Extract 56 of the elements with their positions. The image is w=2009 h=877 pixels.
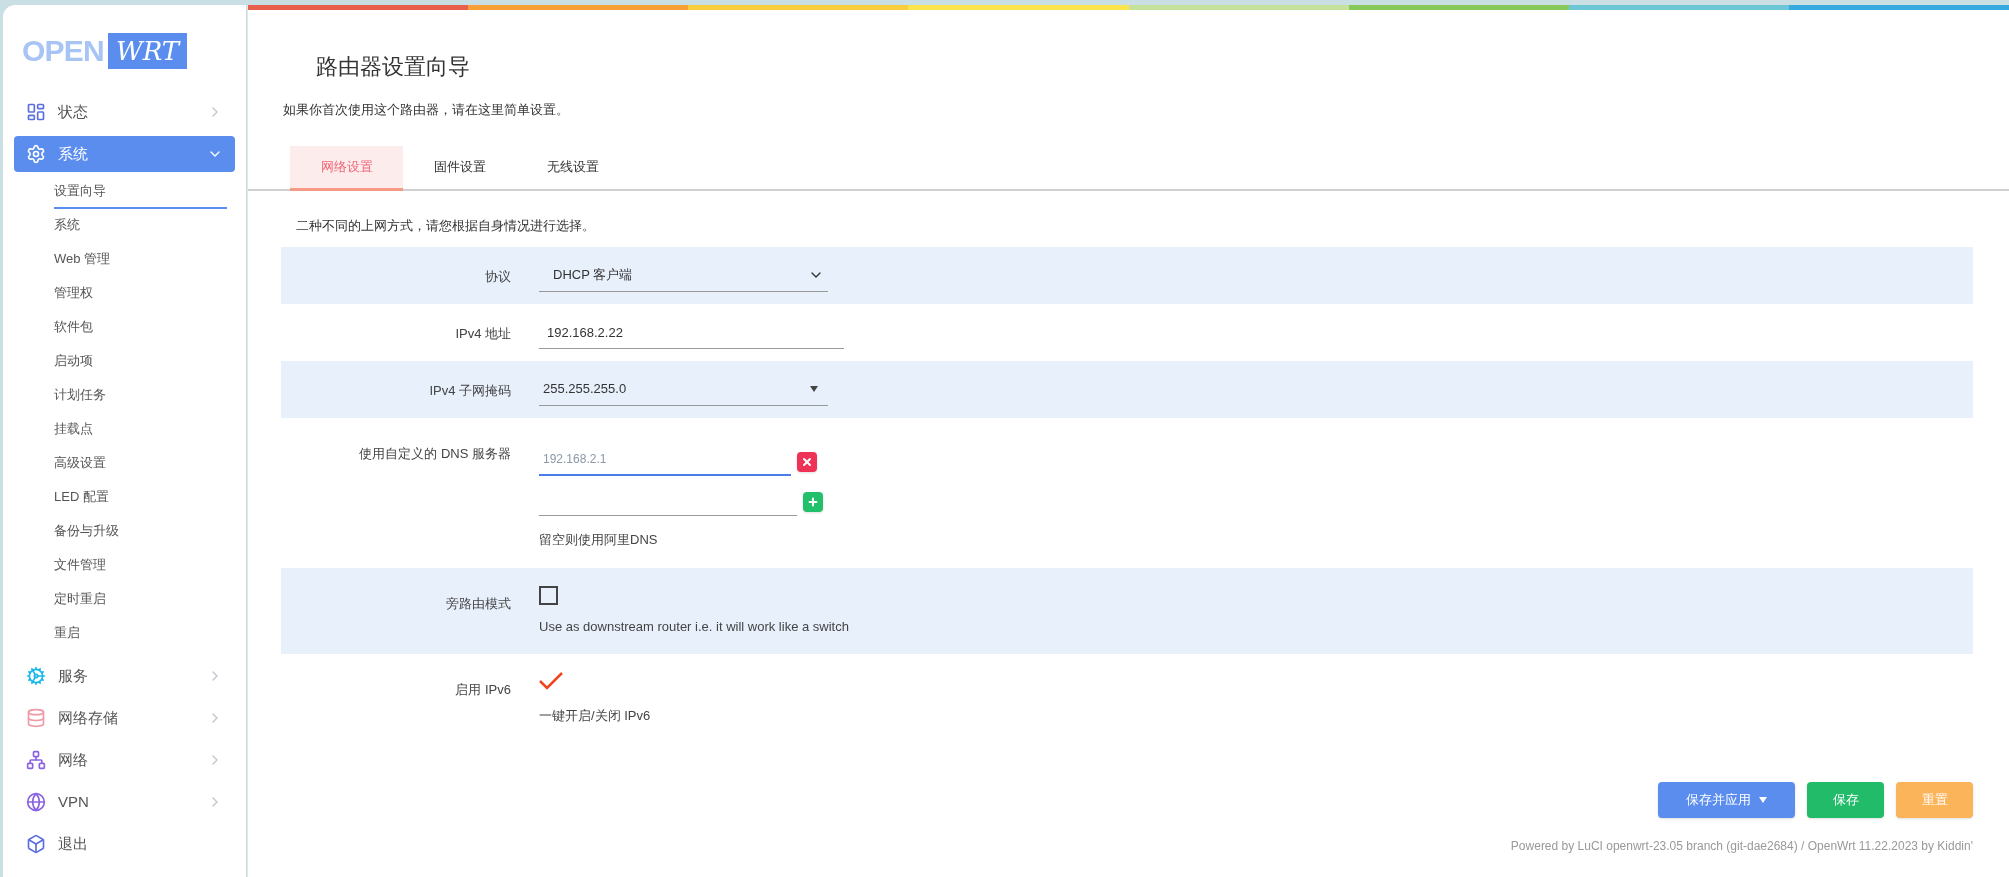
sidebar-menu-item[interactable]: 退出 (14, 826, 235, 862)
input-field[interactable]: 192.168.2.1 (539, 443, 791, 476)
field-description: 一键开启/关闭 IPv6 (539, 707, 652, 725)
submenu-item[interactable]: 挂载点 (54, 413, 227, 447)
cube-icon (26, 834, 46, 854)
database-icon (26, 708, 46, 728)
sidebar-menu-item[interactable]: 网络存储 (14, 700, 235, 736)
settings-icon (26, 144, 46, 164)
logo-badge: WRT (108, 33, 188, 69)
section-note: 二种不同的上网方式，请您根据自身情况进行选择。 (296, 216, 596, 235)
field-label: IPv4 子网掩码 (429, 382, 511, 400)
logo-text: OPEN (22, 36, 105, 66)
field-label: 使用自定义的 DNS 服务器 (359, 445, 511, 463)
submenu-item[interactable]: 启动项 (54, 345, 227, 379)
checkbox[interactable] (539, 585, 558, 605)
globe-icon (26, 792, 46, 812)
checkmark-icon[interactable] (539, 672, 563, 690)
submenu-item[interactable]: 文件管理 (54, 549, 227, 583)
dropdown-triangle-icon (810, 386, 818, 392)
submenu-item[interactable]: 系统 (54, 209, 227, 243)
page-title: 路由器设置向导 (316, 56, 471, 78)
sidebar-menu-item[interactable]: 服务 (14, 658, 235, 694)
submenu-item[interactable]: 软件包 (54, 311, 227, 345)
field-label: 协议 (485, 268, 511, 286)
protocol-select[interactable]: DHCP 客户端 (539, 259, 828, 292)
submenu-item[interactable]: 重启 (54, 617, 227, 651)
plus-icon (807, 496, 819, 508)
input-field[interactable]: 192.168.2.22 (539, 316, 844, 349)
submenu-item[interactable]: LED 配置 (54, 481, 227, 515)
sidebar-menu-item[interactable]: VPN (14, 784, 235, 820)
submenu-item[interactable]: 管理权 (54, 277, 227, 311)
footer-text: Powered by LuCI openwrt-23.05 branch (git-dae2684) / OpenWrt 11.22.2023 by Kiddin' (1509, 838, 1974, 855)
field-label: 启用 IPv6 (455, 681, 511, 699)
netmask-combobox[interactable]: 255.255.255.0 (539, 373, 828, 406)
add-button[interactable] (803, 492, 823, 512)
submenu-item[interactable]: 设置向导 (54, 175, 227, 209)
submenu-item[interactable]: 高级设置 (54, 447, 227, 481)
cogs-icon (26, 666, 46, 686)
dropdown-triangle-icon (1759, 797, 1767, 803)
submenu-item[interactable]: 计划任务 (54, 379, 227, 413)
field-label: 旁路由模式 (446, 594, 511, 613)
tab[interactable]: 固件设置 (403, 145, 516, 191)
remove-button[interactable] (797, 452, 817, 472)
sidebar-menu-item[interactable]: 状态 (14, 94, 235, 130)
submenu-item[interactable]: Web 管理 (54, 243, 227, 277)
dashboard-icon (26, 102, 46, 122)
tab[interactable]: 无线设置 (516, 145, 629, 191)
field-label: IPv4 地址 (455, 325, 511, 343)
field-description: 留空则使用阿里DNS (539, 531, 659, 549)
field-description: Use as downstream router i.e. it will work like a switch (539, 617, 850, 636)
submenu-item[interactable]: 备份与升级 (54, 515, 227, 549)
network-icon (26, 750, 46, 770)
submenu-item[interactable]: 定时重启 (54, 583, 227, 617)
page-subtitle: 如果你首次使用这个路由器，请在这里简单设置。 (283, 101, 570, 119)
sidebar-menu-item[interactable]: 网络 (14, 742, 235, 778)
close-icon (801, 456, 813, 468)
